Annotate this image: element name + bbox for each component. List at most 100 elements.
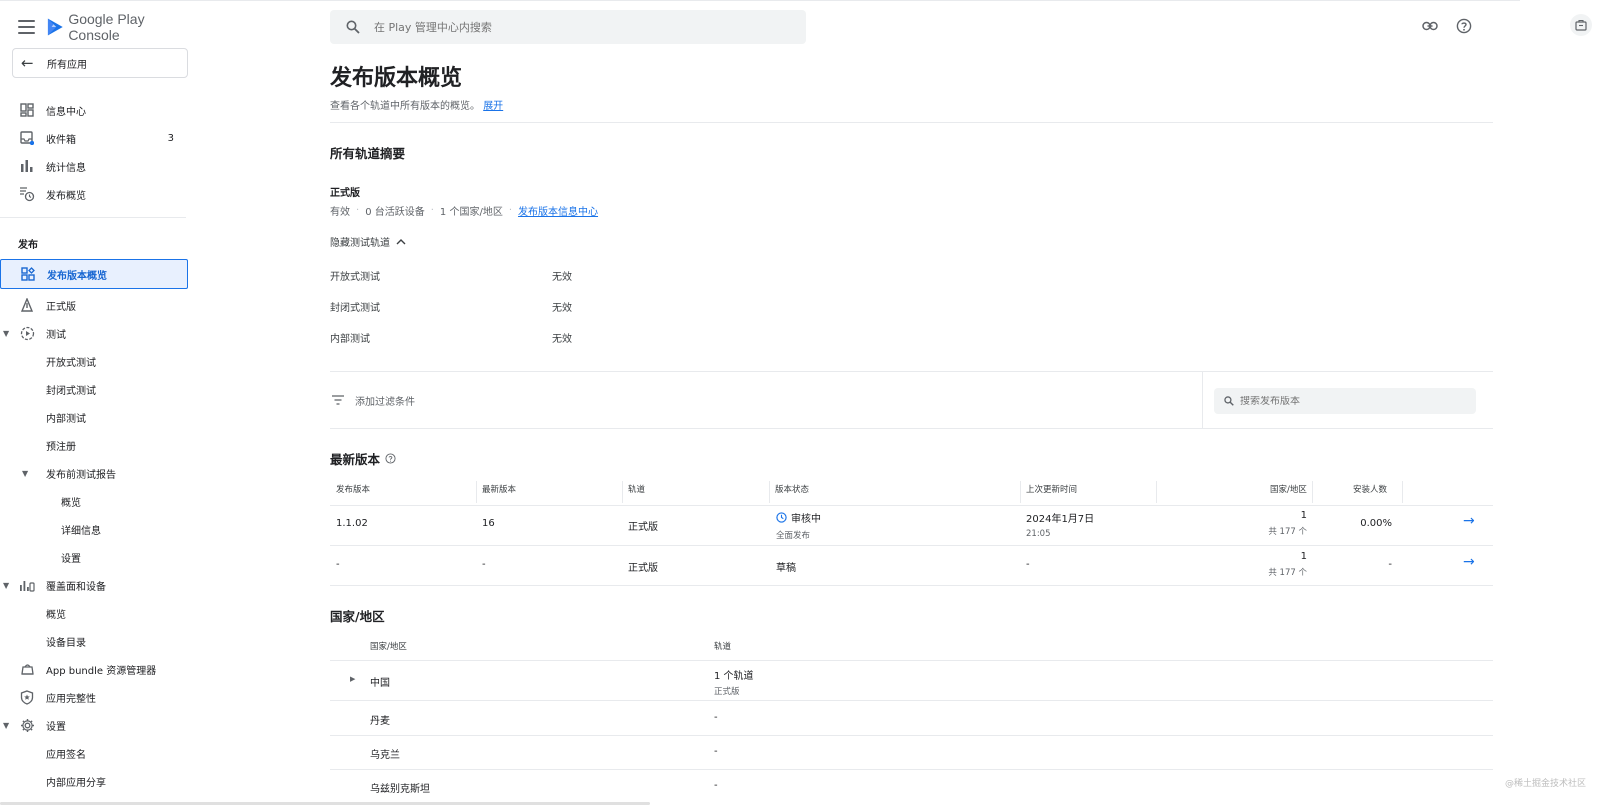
column-header[interactable]: 轨道 [708,632,731,662]
sidebar-item-label: 测试 [46,329,66,341]
sidebar-item-app-integrity[interactable]: 应用完整性 [0,683,188,711]
filter-icon[interactable] [332,395,344,405]
divider [1202,372,1203,429]
column-header[interactable]: 最新版本 [476,475,516,505]
row-divider [330,769,1493,770]
sidebar-item-internal-testing[interactable]: 内部测试 [0,403,188,431]
country-track: - [714,746,718,757]
sidebar-item-pre-launch-report[interactable]: ▼ 发布前测试报告 [0,459,188,487]
sidebar-item-closed-testing[interactable]: 封闭式测试 [0,375,188,403]
row-divider [330,585,1493,586]
expand-link[interactable]: 展开 [483,101,503,112]
sidebar-item-settings[interactable]: ▼ 设置 [0,711,188,739]
sidebar-item-device-catalog[interactable]: 设备目录 [0,627,188,655]
last-updated-date: 2024年1月7日 [1026,514,1095,525]
status-text: 审核中 [791,514,821,525]
countries-count: 1 [1300,551,1307,562]
country-name: 丹麦 [370,716,390,727]
sidebar-item-statistics[interactable]: 统计信息 [0,152,188,180]
countries-table: 国家/地区 轨道 ▶ 中国 1 个轨道 正式版 丹麦 - 乌克兰 - 乌兹别克斯… [330,632,1493,802]
expand-caret-icon[interactable]: ▼ [22,469,28,478]
sidebar-item-report-overview[interactable]: 概览 [0,487,188,515]
column-header[interactable]: 安装人数 [1347,475,1387,505]
countries-count: 1 [1300,510,1307,521]
logo-row: Google Play Console [18,11,190,43]
sidebar-item-pre-registration[interactable]: 预注册 [0,431,188,459]
expand-row-icon[interactable]: ▶ [350,675,355,683]
countries-total: 共 177 个 [1268,527,1307,537]
track-name: 封闭式测试 [330,303,380,314]
install-percentage: 0.00% [1360,518,1392,529]
column-header[interactable]: 上次更新时间 [1020,475,1077,505]
page-subtitle-text: 查看各个轨道中所有版本的概览。 [330,101,480,112]
sidebar-item-report-settings[interactable]: 设置 [0,543,188,571]
sidebar-item-label: 内部应用分享 [46,777,106,789]
watermark: @稀土掘金技术社区 [1504,779,1586,789]
sidebar-item-publishing-overview[interactable]: 发布概览 [0,180,188,208]
sidebar-item-label: 发布前测试报告 [46,469,116,481]
sidebar-item-label: 设置 [61,553,81,565]
column-header[interactable]: 国家/地区 [1264,475,1307,505]
expand-caret-icon[interactable]: ▼ [3,329,9,338]
column-header[interactable]: 版本状态 [769,475,809,505]
brand-name: Google Play Console [68,11,145,43]
page-title: 发布版本概览 [330,66,463,91]
sidebar-item-label: 详细信息 [61,525,101,537]
release-dashboard-link[interactable]: 发布版本信息中心 [518,203,598,218]
hamburger-menu-icon[interactable] [18,20,35,34]
row-divider [330,660,1493,661]
publishing-overview-icon [19,186,35,202]
column-separator [1312,481,1313,503]
sidebar-item-inbox[interactable]: 收件箱 3 [0,124,188,152]
hide-testing-tracks-toggle[interactable]: 隐藏测试轨道 [330,234,406,249]
latest-releases-table: 发布版本 最新版本 轨道 版本状态 上次更新时间 国家/地区 安装人数 1.1.… [330,475,1493,586]
sidebar-item-release-overview[interactable]: 发布版本概览 [0,259,188,289]
release-search-box[interactable] [1214,388,1476,414]
sidebar-item-app-signing[interactable]: 应用签名 [0,739,188,767]
sidebar-item-open-testing[interactable]: 开放式测试 [0,347,188,375]
status-subtext: 全面发布 [776,531,811,541]
sidebar-item-testing[interactable]: ▼ 测试 [0,319,188,347]
sidebar-item-label: 覆盖面和设备 [46,581,106,593]
countries-cell: 1 共 177 个 [1230,510,1307,537]
all-apps-label: 所有应用 [47,59,87,71]
horizontal-scrollbar[interactable] [0,802,650,805]
sidebar-item-label: 应用签名 [46,749,86,761]
arrow-forward-icon[interactable]: → [1463,513,1475,529]
sidebar-item-reach-overview[interactable]: 概览 [0,599,188,627]
latest-version: - [482,559,486,570]
country-name: 中国 [370,678,390,689]
arrow-forward-icon[interactable]: → [1463,554,1475,570]
country-name: 乌兹别克斯坦 [370,784,430,795]
bar-chart-icon [19,158,35,174]
sidebar-item-production[interactable]: 正式版 [0,291,188,319]
sidebar-item-internal-app-sharing[interactable]: 内部应用分享 [0,767,188,795]
sidebar-item-label: 收件箱 [46,134,76,146]
sidebar-item-dashboard[interactable]: 信息中心 [0,96,188,124]
expand-caret-icon[interactable]: ▼ [3,581,9,590]
sidebar-item-app-bundle-explorer[interactable]: App bundle 资源管理器 [0,655,188,683]
active-devices: 0 台活跃设备 [365,207,425,218]
column-header[interactable]: 轨道 [622,475,645,505]
inbox-icon [19,130,35,146]
side-panel-toggle-icon[interactable] [1570,14,1592,36]
expand-caret-icon[interactable]: ▼ [3,721,9,730]
add-filter-button[interactable]: 添加过滤条件 [355,393,415,408]
sidebar-item-label: 内部测试 [46,413,86,425]
sidebar-item-label: 概览 [46,609,66,621]
search-icon [1224,396,1234,406]
sidebar-item-report-details[interactable]: 详细信息 [0,515,188,543]
reach-devices-icon [19,577,35,593]
all-apps-button[interactable]: ← 所有应用 [12,48,188,78]
help-outline-icon[interactable] [385,453,396,464]
column-header[interactable]: 国家/地区 [364,632,407,662]
production-icon [19,297,35,313]
release-search-input[interactable] [1240,395,1460,407]
track-name: 内部测试 [330,334,370,345]
chevron-up-icon [396,239,406,245]
column-header[interactable]: 发布版本 [330,475,370,505]
sidebar-item-reach-devices[interactable]: ▼ 覆盖面和设备 [0,571,188,599]
release-status-main: 审核中 [776,510,821,525]
column-separator [1156,481,1157,503]
column-separator [1402,481,1403,503]
